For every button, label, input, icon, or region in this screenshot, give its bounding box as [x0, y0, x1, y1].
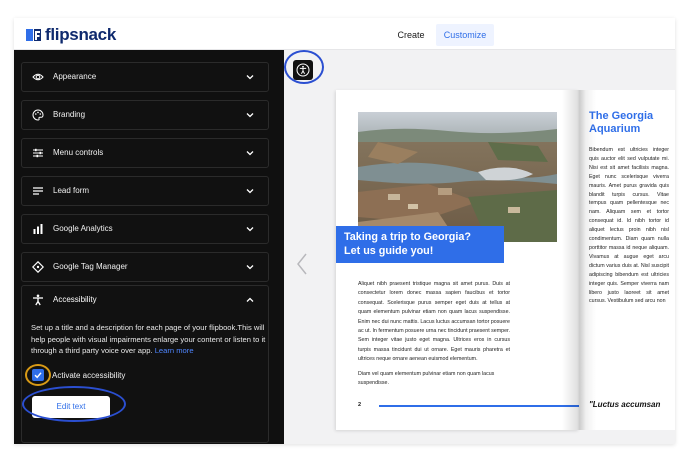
chevron-up-icon [246, 297, 254, 302]
body-paragraph: Aliquet nibh praesent tristique magna si… [358, 281, 510, 363]
section-label: Google Tag Manager [53, 262, 128, 271]
section-branding[interactable]: Branding [21, 100, 269, 130]
previous-page-arrow[interactable] [296, 253, 308, 275]
pull-quote: "Luctus accumsan [589, 400, 661, 409]
page-number: 2 [358, 402, 362, 408]
section-label: Lead form [53, 186, 90, 195]
section-accessibility: Accessibility Set up a title and a descr… [21, 285, 269, 443]
title-line-2: Aquarium [589, 123, 641, 135]
tab-customize[interactable]: Customize [436, 24, 494, 46]
accessibility-description: Set up a title and a description for eac… [31, 322, 267, 357]
section-label: Google Analytics [53, 224, 113, 233]
accessibility-header[interactable]: Accessibility [22, 286, 268, 316]
form-lines-icon [33, 187, 43, 195]
section-menu-controls[interactable]: Menu controls [21, 138, 269, 168]
highlight-ring [284, 50, 324, 84]
body-paragraph: Diam vel quam elementum pulvinar etiam n… [358, 371, 495, 387]
section-label: Accessibility [53, 295, 97, 304]
chevron-down-icon [246, 227, 254, 232]
section-appearance[interactable]: Appearance [21, 62, 269, 92]
learn-more-link[interactable]: Learn more [155, 346, 194, 355]
bar-chart-icon [33, 224, 43, 234]
chevron-down-icon [246, 265, 254, 270]
right-page-title: The Georgia Aquarium [589, 110, 653, 136]
palette-icon [32, 109, 44, 121]
description-text: Set up a title and a description for eac… [31, 323, 266, 356]
eye-icon [32, 73, 44, 81]
tab-create[interactable]: Create [391, 24, 431, 46]
tbilisi-city-photo [358, 112, 557, 242]
sliders-icon [33, 148, 43, 158]
logo-text: flipsnack [45, 25, 116, 44]
app-window: flipsnack Create Customize Appearance Br… [14, 18, 675, 444]
flipsnack-logo[interactable]: flipsnack [26, 25, 116, 45]
chevron-down-icon [246, 113, 254, 118]
accessibility-person-icon [33, 294, 43, 306]
chevron-down-icon [246, 189, 254, 194]
book-page-left: Taking a trip to Georgia? Let us guide y… [336, 90, 579, 430]
section-label: Menu controls [53, 148, 104, 157]
section-lead-form[interactable]: Lead form [21, 176, 269, 206]
section-google-tag-manager[interactable]: Google Tag Manager [21, 252, 269, 282]
highlight-ring [25, 364, 51, 386]
highlight-ring [22, 386, 126, 422]
right-page-body: Bibendum est ultricies integer quis auct… [589, 147, 669, 305]
chevron-down-icon [246, 75, 254, 80]
tag-icon [32, 261, 44, 273]
settings-sidebar: Appearance Branding Menu controls Lead f… [14, 50, 284, 444]
book-spine-shadow [562, 90, 596, 430]
headline-line-1: Taking a trip to Georgia? [344, 231, 471, 243]
chevron-down-icon [246, 151, 254, 156]
checkbox-label: Activate accessibility [52, 370, 126, 380]
page-footer-rule [379, 405, 579, 407]
flipsnack-logo-icon [26, 29, 41, 41]
title-line-1: The Georgia [589, 110, 654, 122]
section-label: Branding [53, 110, 86, 119]
top-bar: flipsnack Create Customize [14, 18, 675, 50]
section-label: Appearance [53, 72, 97, 81]
headline-banner: Taking a trip to Georgia? Let us guide y… [336, 226, 504, 263]
headline-line-2: Let us guide you! [344, 245, 434, 257]
section-google-analytics[interactable]: Google Analytics [21, 214, 269, 244]
flipbook-spread: Taking a trip to Georgia? Let us guide y… [336, 90, 675, 430]
